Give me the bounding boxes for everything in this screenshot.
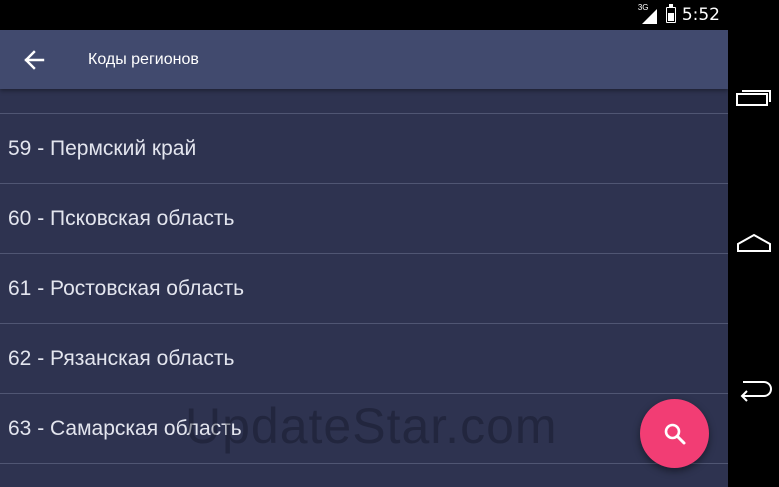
- home-icon: [736, 233, 771, 252]
- list-item[interactable]: 59 - Пермский край: [0, 114, 728, 184]
- recents-button[interactable]: [728, 72, 779, 122]
- search-icon: [664, 423, 685, 444]
- region-list[interactable]: 59 - Пермский край 60 - Псковская област…: [0, 89, 728, 464]
- home-button[interactable]: [728, 218, 779, 268]
- status-bar: 3G 5:52: [0, 0, 728, 30]
- list-item[interactable]: 61 - Ростовская область: [0, 254, 728, 324]
- nav-back-button[interactable]: [728, 364, 779, 414]
- signal-icon: 3G: [637, 3, 660, 25]
- list-item[interactable]: 60 - Псковская область: [0, 184, 728, 254]
- network-type-label: 3G: [637, 3, 649, 12]
- back-button[interactable]: [14, 44, 54, 76]
- battery-icon: [665, 4, 676, 23]
- toolbar: Коды регионов: [0, 30, 728, 89]
- system-nav-bar: [728, 0, 779, 487]
- arrow-back-icon: [24, 50, 45, 70]
- search-button[interactable]: [640, 399, 709, 468]
- list-item[interactable]: 63 - Самарская область: [0, 394, 728, 464]
- page-title: Коды регионов: [88, 51, 199, 68]
- list-partial-row: [0, 89, 728, 114]
- recents-icon: [735, 90, 771, 106]
- status-time: 5:52: [681, 5, 720, 25]
- status-icons: 3G 5:52: [637, 3, 720, 25]
- nav-back-icon: [740, 381, 772, 402]
- list-item[interactable]: 62 - Рязанская область: [0, 324, 728, 394]
- app-screen: Коды регионов 59 - Пермский край 60 - Пс…: [0, 30, 728, 487]
